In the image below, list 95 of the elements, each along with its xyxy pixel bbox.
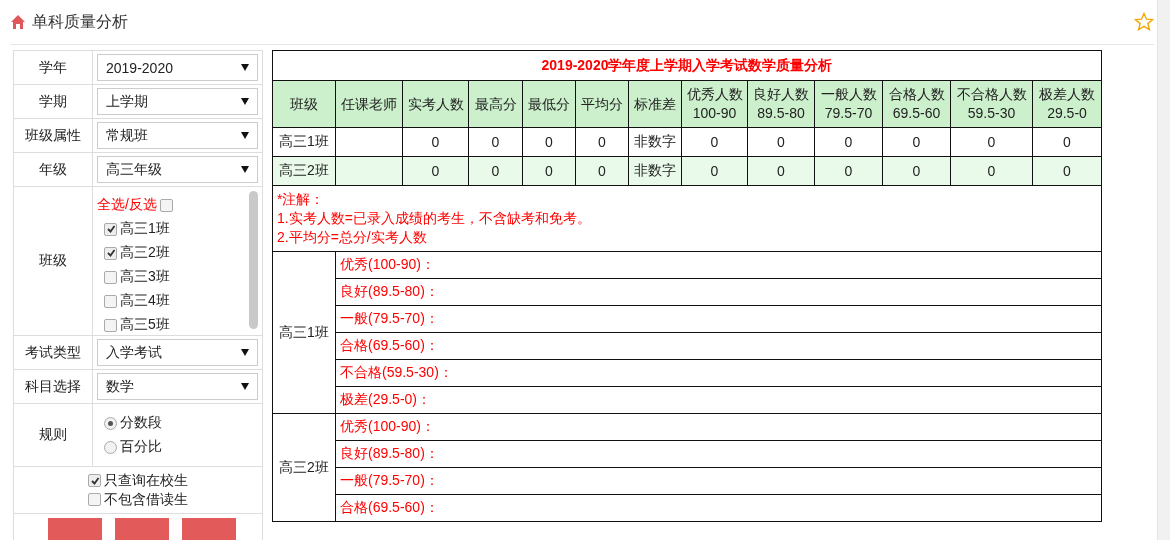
level-cell: 合格(69.5-60)：	[335, 332, 1102, 360]
radio-button[interactable]	[104, 416, 117, 430]
select-field[interactable]: 数学	[97, 373, 258, 400]
scrollbar-thumb[interactable]	[249, 191, 258, 329]
table-cell: 0	[681, 127, 748, 157]
filter-label: 学期	[13, 84, 93, 119]
table-cell: 0	[468, 127, 523, 157]
option-label[interactable]: 只查询在校生	[104, 471, 188, 490]
caret-icon	[241, 383, 249, 390]
table-cell: 0	[814, 156, 883, 186]
filter-label: 规则	[13, 403, 93, 467]
filter-label: 班级属性	[13, 118, 93, 153]
column-header: 一般人数 79.5-70	[814, 80, 883, 128]
select-field[interactable]: 常规班	[97, 122, 258, 149]
home-icon[interactable]	[10, 14, 26, 30]
caret-icon	[241, 64, 249, 71]
class-name-cell: 高三1班	[272, 251, 336, 414]
level-cell: 优秀(100-90)：	[335, 413, 1102, 441]
column-header: 最低分	[522, 80, 576, 128]
level-cell: 一般(79.5-70)：	[335, 305, 1102, 333]
column-header: 极差人数 29.5-0	[1032, 80, 1102, 128]
level-cell: 一般(79.5-70)：	[335, 467, 1102, 495]
table-cell: 0	[522, 127, 576, 157]
checkbox[interactable]	[88, 493, 101, 506]
class-option-label[interactable]: 高三1班	[120, 220, 170, 238]
table-cell: 高三2班	[272, 156, 336, 186]
table-cell: 0	[681, 156, 748, 186]
filter-label: 学年	[13, 50, 93, 85]
level-cell: 良好(89.5-80)：	[335, 278, 1102, 306]
table-cell: 0	[575, 127, 629, 157]
select-field[interactable]: 2019-2020	[97, 54, 258, 81]
column-header: 最高分	[468, 80, 523, 128]
table-cell: 0	[814, 127, 883, 157]
level-cell: 不合格(59.5-30)：	[335, 359, 1102, 387]
class-option-label[interactable]: 高三2班	[120, 244, 170, 262]
column-header: 优秀人数 100-90	[681, 80, 748, 128]
caret-icon	[241, 98, 249, 105]
table-cell: 非数字	[628, 127, 682, 157]
class-option-label[interactable]: 高三4班	[120, 292, 170, 310]
table-cell: 0	[1032, 156, 1102, 186]
table-cell: 0	[402, 127, 469, 157]
filter-label: 班级	[13, 186, 93, 336]
select-field[interactable]: 入学考试	[97, 339, 258, 366]
table-cell: 0	[1032, 127, 1102, 157]
scrollbar[interactable]	[1157, 0, 1170, 540]
filter-label: 年级	[13, 152, 93, 187]
table-cell: 0	[882, 127, 951, 157]
table-cell: 0	[950, 127, 1033, 157]
column-header: 不合格人数 59.5-30	[950, 80, 1033, 128]
class-option-label[interactable]: 高三5班	[120, 316, 170, 334]
radio-label[interactable]: 分数段	[120, 414, 162, 432]
table-cell: 0	[402, 156, 469, 186]
checkbox[interactable]	[104, 318, 117, 332]
table-cell: 0	[747, 127, 815, 157]
select-field[interactable]: 高三年级	[97, 156, 258, 183]
filter-label: 科目选择	[13, 369, 93, 404]
column-header: 任课老师	[335, 80, 403, 128]
star-icon[interactable]	[1134, 12, 1154, 32]
checkbox[interactable]	[104, 246, 117, 260]
class-name-cell: 高三2班	[272, 413, 336, 522]
checkbox[interactable]	[104, 294, 117, 308]
table-cell: 0	[882, 156, 951, 186]
caret-icon	[241, 132, 249, 139]
page-title: 单科质量分析	[32, 11, 128, 32]
note-text: *注解：	[277, 190, 326, 209]
note-text: 1.实考人数=已录入成绩的考生，不含缺考和免考。	[277, 209, 592, 228]
caret-icon	[241, 349, 249, 356]
filter-label: 考试类型	[13, 335, 93, 370]
column-header: 班级	[272, 80, 336, 128]
table-cell: 高三1班	[272, 127, 336, 157]
select-all-label[interactable]: 全选/反选	[97, 196, 157, 214]
level-cell: 合格(69.5-60)：	[335, 494, 1102, 522]
note-text: 2.平均分=总分/实考人数	[277, 228, 428, 247]
level-cell: 极差(29.5-0)：	[335, 386, 1102, 414]
table-cell: 0	[950, 156, 1033, 186]
radio-label[interactable]: 百分比	[120, 438, 162, 456]
report-title: 2019-2020学年度上学期入学考试数学质量分析	[272, 50, 1102, 81]
checkbox[interactable]	[104, 222, 117, 236]
level-cell: 良好(89.5-80)：	[335, 440, 1102, 468]
column-header: 平均分	[575, 80, 629, 128]
table-cell: 0	[468, 156, 523, 186]
radio-button[interactable]	[104, 440, 117, 454]
option-label[interactable]: 不包含借读生	[104, 490, 188, 509]
column-header: 良好人数 89.5-80	[747, 80, 815, 128]
table-cell: 0	[747, 156, 815, 186]
column-header: 实考人数	[402, 80, 469, 128]
column-header: 标准差	[628, 80, 682, 128]
checkbox[interactable]	[159, 198, 173, 212]
checkbox[interactable]	[88, 474, 101, 487]
select-field[interactable]: 上学期	[97, 88, 258, 115]
caret-icon	[241, 166, 249, 173]
level-cell: 优秀(100-90)：	[335, 251, 1102, 279]
column-header: 合格人数 69.5-60	[882, 80, 951, 128]
checkbox[interactable]	[104, 270, 117, 284]
class-option-label[interactable]: 高三3班	[120, 268, 170, 286]
